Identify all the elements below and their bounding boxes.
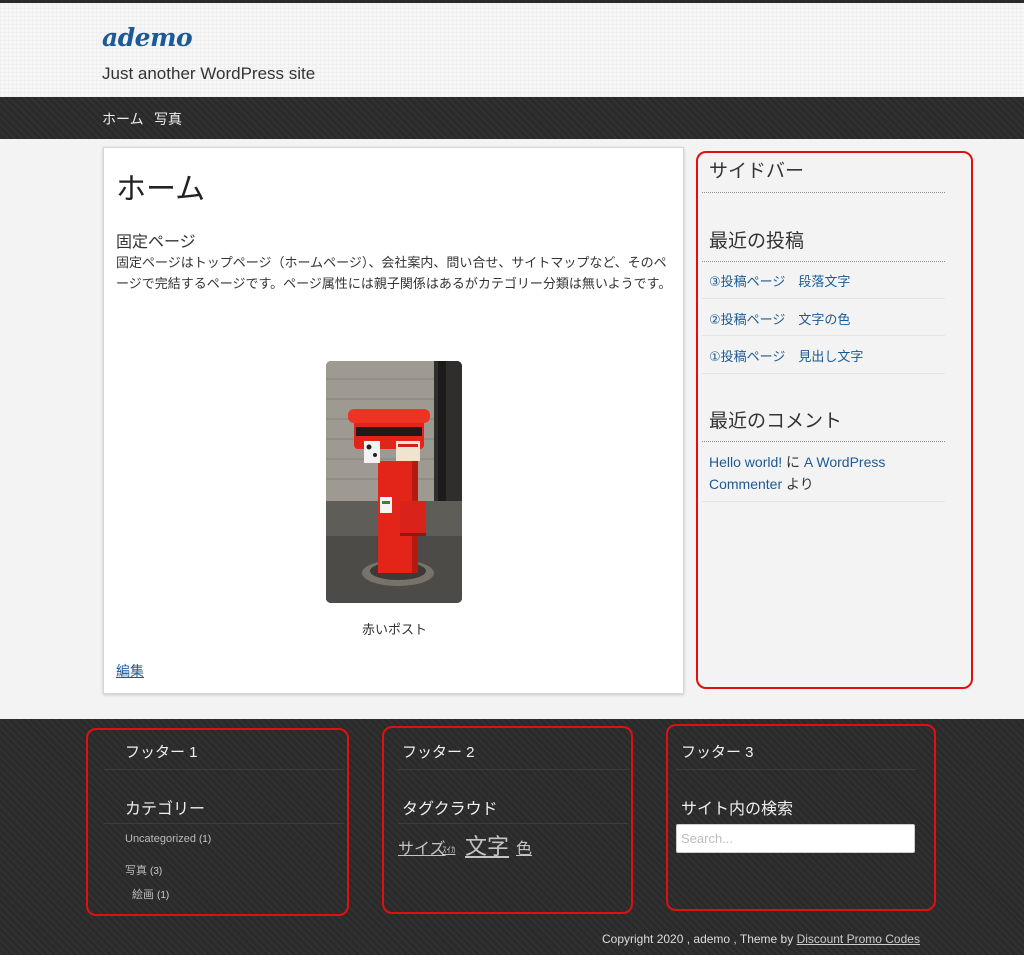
red-postbox-image (326, 361, 462, 603)
footer-1-title: フッター 1 (125, 744, 198, 761)
section-heading: 固定ページ (116, 234, 196, 251)
tag-link[interactable]: 文字 (465, 829, 509, 861)
recent-comment: Hello world! に A WordPress Commenter より (709, 451, 929, 495)
comment-post-link[interactable]: Hello world! (709, 454, 782, 470)
category-item[interactable]: Uncategorized (1) (125, 833, 211, 845)
site-search-title: サイト内の検索 (681, 801, 794, 818)
search-input[interactable] (676, 824, 915, 853)
comment-by-text: より (782, 476, 814, 492)
category-count: (3) (150, 866, 163, 877)
theme-credit-link[interactable]: Discount Promo Codes (797, 932, 920, 946)
recent-posts-title: 最近の投稿 (709, 231, 805, 252)
page-title: ホーム (116, 173, 206, 206)
recent-comments-title: 最近のコメント (709, 411, 843, 432)
footer-divider (676, 769, 916, 770)
category-name[interactable]: 写真 (125, 865, 147, 877)
list-divider (702, 501, 945, 502)
main-content: ホーム 固定ページ 固定ページはトップページ（ホームページ）、会社案内、問い合せ… (103, 147, 684, 694)
category-item[interactable]: 絵画 (1) (132, 886, 169, 902)
recent-comments-divider (702, 441, 945, 442)
nav-item-home[interactable]: ホーム (102, 109, 144, 129)
comment-on-text: に (782, 454, 804, 470)
nav-item-photo[interactable]: 写真 (154, 109, 182, 129)
category-item[interactable]: 写真 (3) (125, 862, 162, 878)
tag-link[interactable]: ｽｲｶ (442, 843, 456, 856)
footer-3-title: フッター 3 (681, 744, 754, 761)
list-divider (702, 335, 945, 336)
recent-post-link[interactable]: ②投稿ページ 文字の色 (709, 309, 850, 328)
sidebar-title: サイドバー (709, 161, 805, 182)
categories-title: カテゴリー (125, 801, 206, 818)
category-count: (1) (198, 834, 212, 845)
footer-2-title: フッター 2 (402, 744, 475, 761)
tag-cloud-title: タグクラウド (402, 801, 498, 818)
recent-post-link[interactable]: ①投稿ページ 見出し文字 (709, 346, 863, 365)
copyright: Copyright 2020 , ademo , Theme by Discou… (602, 932, 920, 946)
footer-divider (104, 769, 344, 770)
edit-link[interactable]: 編集 (116, 661, 144, 681)
tag-link[interactable]: 色 (516, 835, 532, 859)
red-postbox-photo[interactable] (326, 361, 462, 603)
sidebar-divider (702, 192, 945, 193)
list-divider (702, 298, 945, 299)
category-count: (1) (157, 890, 170, 901)
category-name[interactable]: 絵画 (132, 889, 154, 901)
image-caption: 赤いポスト (361, 622, 427, 637)
main-nav: ホーム 写真 (0, 97, 1024, 139)
footer-divider (398, 769, 628, 770)
list-divider (702, 373, 945, 374)
recent-post-link[interactable]: ③投稿ページ 段落文字 (709, 271, 850, 290)
tag-link[interactable]: サイズ (398, 835, 446, 859)
site-tagline: Just another WordPress site (102, 64, 316, 83)
copyright-text: Copyright 2020 , ademo , Theme by (602, 932, 797, 946)
footer-divider (398, 823, 628, 824)
recent-posts-divider (702, 261, 945, 262)
footer-divider (104, 823, 344, 824)
site-title[interactable]: ademo (102, 23, 193, 52)
section-body: 固定ページはトップページ（ホームページ）、会社案内、問い合せ、サイトマップなど、… (116, 255, 672, 291)
category-name[interactable]: Uncategorized (125, 833, 196, 845)
site-header: ademo Just another WordPress site (0, 3, 1024, 97)
